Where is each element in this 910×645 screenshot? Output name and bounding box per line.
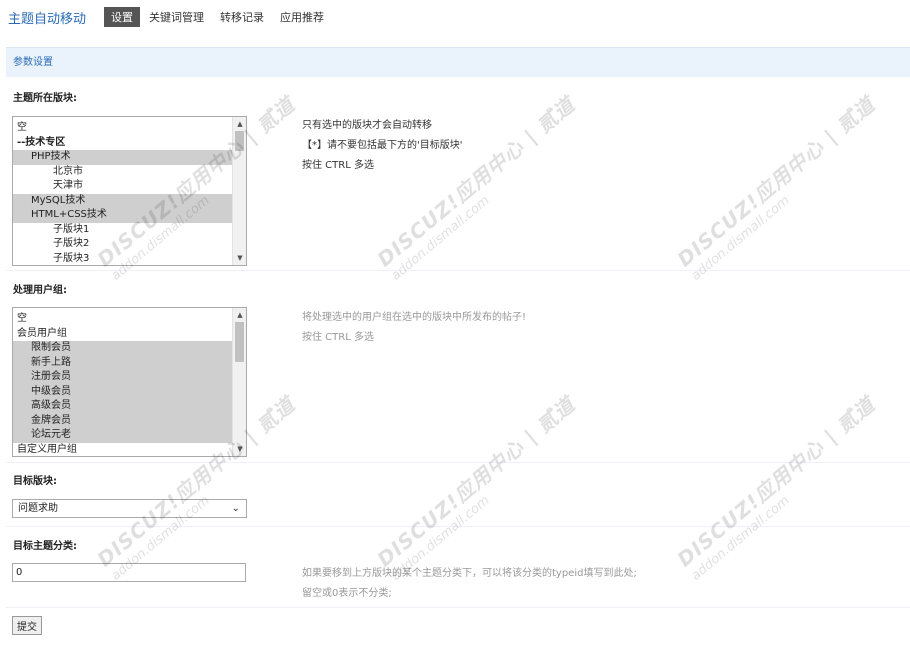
forum-option[interactable]: 子版块2 xyxy=(13,237,232,252)
divider xyxy=(6,607,910,608)
forum-option[interactable]: 空 xyxy=(13,121,232,136)
forum-option[interactable]: 北京市 xyxy=(13,165,232,180)
forum-option[interactable]: PHP技术 xyxy=(13,150,232,165)
forum-options: 空 --技术专区 PHP技术 北京市 天津市 MySQL技术 HTML+CSS技术 子版块1 子… xyxy=(13,121,232,266)
forum-help: 只有选中的版块才会自动转移 【*】请不要包括最下方的'目标版块' 按住 CTRL… xyxy=(302,116,463,176)
usergroup-help: 将处理选中的用户组在选中的版块中所发布的帖子! 按住 CTRL 多选 xyxy=(302,308,526,348)
scroll-up-icon[interactable]: ▲ xyxy=(233,309,246,321)
usergroup-option[interactable]: 会员用户组 xyxy=(13,327,232,342)
forum-option[interactable]: HTML+CSS技术 xyxy=(13,208,232,223)
usergroup-help-line: 将处理选中的用户组在选中的版块中所发布的帖子! xyxy=(302,312,527,323)
usergroup-option[interactable]: 金牌会员 xyxy=(13,413,232,428)
divider xyxy=(6,526,910,527)
scroll-thumb[interactable] xyxy=(235,322,244,362)
target-type-label: 目标主题分类: xyxy=(13,541,77,552)
forum-option[interactable]: 子版块3 xyxy=(13,252,232,266)
watermark-text: DISCUZ!应用中心 | 贰道 xyxy=(372,392,580,572)
target-type-help: 如果要移到上方版块的某个主题分类下，可以将该分类的typeid填写到此处; 留空… xyxy=(302,564,637,604)
usergroup-option[interactable]: 高级会员 xyxy=(13,399,232,414)
chevron-down-icon: ⌄ xyxy=(231,503,240,514)
forum-option[interactable]: --技术专区 xyxy=(13,136,232,151)
target-forum-label: 目标版块: xyxy=(13,476,57,487)
watermark: DISCUZ!应用中心 | 贰道 addon.dismall.com xyxy=(670,89,890,284)
usergroup-option[interactable]: 中级会员 xyxy=(13,384,232,399)
scroll-thumb[interactable] xyxy=(235,131,244,151)
watermark-text: DISCUZ!应用中心 | 贰道 xyxy=(672,392,880,572)
watermark-text: DISCUZ!应用中心 | 贰道 xyxy=(672,92,880,272)
watermark: DISCUZ!应用中心 | 贰道 addon.dismall.com xyxy=(670,389,890,584)
forum-option[interactable]: 天津市 xyxy=(13,179,232,194)
section-title: 参数设置 xyxy=(6,47,910,77)
app-title[interactable]: 主题自动移动 xyxy=(8,8,86,27)
watermark-url: addon.dismall.com xyxy=(388,493,493,584)
forum-option[interactable]: 子版块1 xyxy=(13,223,232,238)
usergroup-options: 空会员用户组 限制会员 新手上路 注册会员 中级会员 高级会员 金牌会员 论坛元老 自定义用户组 xyxy=(13,312,232,457)
forum-help-line: 只有选中的版块才会自动转移 xyxy=(302,120,432,131)
tab-transfer-records[interactable]: 转移记录 xyxy=(220,9,264,25)
scroll-down-icon[interactable]: ▼ xyxy=(233,443,246,455)
usergroup-option[interactable]: 空 xyxy=(13,312,232,327)
tab-keyword-management[interactable]: 关键词管理 xyxy=(149,9,204,25)
usergroup-option[interactable]: 限制会员 xyxy=(13,341,232,356)
usergroup-help-line: 按住 CTRL 多选 xyxy=(302,332,374,343)
usergroup-listbox[interactable]: 空会员用户组 限制会员 新手上路 注册会员 中级会员 高级会员 金牌会员 论坛元老 自定义用户组… xyxy=(12,307,247,457)
submit-button[interactable]: 提交 xyxy=(12,616,42,635)
target-type-input[interactable] xyxy=(12,563,246,582)
forum-label: 主题所在版块: xyxy=(13,93,77,104)
usergroup-option[interactable]: 自定义用户组 xyxy=(13,443,232,457)
usergroup-option[interactable]: 论坛元老 xyxy=(13,428,232,443)
usergroup-scrollbar[interactable]: ▲ ▼ xyxy=(232,308,246,456)
divider xyxy=(6,462,910,463)
tab-settings[interactable]: 设置 xyxy=(104,7,141,27)
target-type-help-line: 如果要移到上方版块的某个主题分类下，可以将该分类的typeid填写到此处; xyxy=(302,568,637,579)
watermark-url: addon.dismall.com xyxy=(688,193,793,284)
top-nav: 主题自动移动 设置 关键词管理 转移记录 应用推荐 xyxy=(8,7,340,27)
divider xyxy=(6,270,910,271)
target-forum-value: 问题求助 xyxy=(18,503,58,514)
usergroup-option[interactable]: 注册会员 xyxy=(13,370,232,385)
usergroup-option[interactable]: 新手上路 xyxy=(13,355,232,370)
tab-app-recommend[interactable]: 应用推荐 xyxy=(280,9,324,25)
scroll-up-icon[interactable]: ▲ xyxy=(233,118,246,130)
forum-help-line: 按住 CTRL 多选 xyxy=(302,160,374,171)
target-forum-select[interactable]: 问题求助 ⌄ xyxy=(12,499,247,518)
forum-help-line: 【*】请不要包括最下方的'目标版块' xyxy=(302,140,463,151)
watermark: DISCUZ!应用中心 | 贰道 addon.dismall.com xyxy=(370,389,590,584)
target-type-help-line: 留空或0表示不分类; xyxy=(302,588,392,599)
usergroup-label: 处理用户组: xyxy=(13,285,67,296)
forum-scrollbar[interactable]: ▲ ▼ xyxy=(232,117,246,265)
watermark-url: addon.dismall.com xyxy=(688,493,793,584)
scroll-down-icon[interactable]: ▼ xyxy=(233,252,246,264)
forum-option[interactable]: MySQL技术 xyxy=(13,193,232,208)
forum-listbox[interactable]: 空 --技术专区 PHP技术 北京市 天津市 MySQL技术 HTML+CSS技术 子版块1 子… xyxy=(12,116,247,266)
